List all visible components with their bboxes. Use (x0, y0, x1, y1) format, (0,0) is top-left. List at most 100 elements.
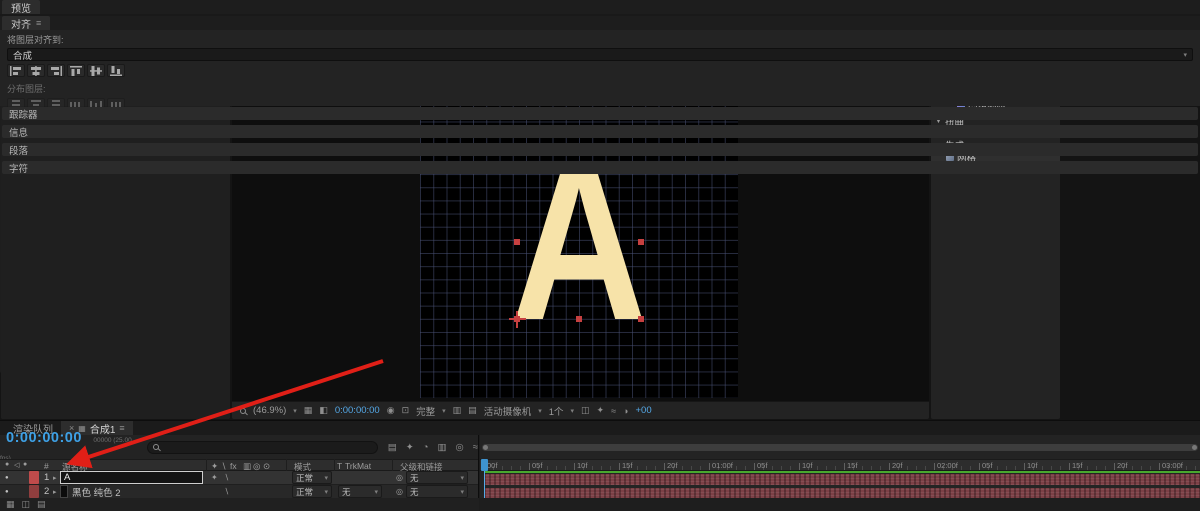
trkmat-header[interactable]: TrkMat (345, 461, 371, 471)
eye-toggle[interactable]: ● (5, 471, 9, 484)
tab-preview[interactable]: 预览 (2, 0, 40, 14)
ruler-label: 05f (982, 461, 992, 470)
pixel-aspect-icon[interactable]: ◫ (581, 405, 590, 416)
align-top-button[interactable] (67, 64, 85, 77)
tab-preview-label: 预览 (11, 0, 31, 15)
align-v-center-button[interactable] (87, 64, 105, 77)
frame-blending-icon[interactable]: ▥ (438, 442, 447, 453)
current-time-display[interactable]: 0:00:00:00 (0, 430, 82, 446)
parent-select[interactable]: 无 ▾ (406, 471, 468, 484)
layer-row-1[interactable]: ● 1 ▸ A ✦ ∖ 正常 ▾ ◎ 无 ▾ (0, 471, 478, 485)
view-dropdown-icon[interactable]: ▾ (571, 407, 575, 415)
show-snapshot-icon[interactable]: ⊡ (402, 405, 410, 416)
motion-blur-icon[interactable]: ◎ (455, 442, 463, 453)
character-panel-bar[interactable]: 字符 (2, 161, 1198, 174)
chevron-down-icon: ▾ (460, 488, 464, 496)
parent-value: 无 (410, 486, 419, 498)
transfer-controls-pane-toggle-icon[interactable]: ◫ (22, 499, 31, 510)
in-out-pane-toggle-icon[interactable]: ▤ (37, 499, 46, 510)
parent-select[interactable]: 无 ▾ (406, 485, 468, 498)
align-panel-body: 将图层对齐到: 合成 ▾ 分布图层: (0, 30, 1200, 106)
layer-label-chip[interactable] (29, 471, 39, 484)
draft-3d-icon[interactable]: ✦ (406, 442, 414, 453)
character-label: 字符 (9, 161, 28, 175)
safe-guides-icon[interactable]: ▦ (304, 405, 313, 416)
preview-panel-bar: 预览 (0, 0, 1200, 14)
channel-icon[interactable]: ◧ (319, 405, 328, 416)
timeline-graph-icon[interactable]: ≈ (611, 406, 616, 416)
snapshot-icon[interactable]: ◉ (387, 405, 395, 416)
view-count-value[interactable]: 1个 (549, 404, 564, 418)
viewer-timecode[interactable]: 0:00:00:00 (335, 405, 380, 416)
align-to-value: 合成 (13, 48, 32, 62)
fast-preview-icon[interactable]: ✦ (597, 405, 605, 416)
current-time-indicator-handle[interactable] (481, 459, 488, 471)
layer-1-duration-bar[interactable] (484, 474, 1200, 485)
align-h-center-button[interactable] (27, 64, 45, 77)
layer-label-chip[interactable] (29, 485, 39, 498)
resolution-value[interactable]: 完整 (416, 404, 435, 418)
tab-align[interactable]: 对齐 ≡ (2, 16, 50, 30)
align-right-button[interactable] (47, 64, 65, 77)
quality-switch[interactable]: ∖ (224, 471, 229, 484)
trkmat-value: 无 (342, 486, 351, 498)
camera-dropdown-icon[interactable]: ▾ (538, 407, 542, 415)
hide-shy-layers-icon[interactable]: ◔ (423, 442, 429, 453)
handle-middle-right[interactable] (638, 239, 644, 245)
quality-switch[interactable]: ∖ (224, 485, 229, 498)
audio-column-icon: ◁ (14, 461, 19, 469)
layer-list-area: 0:00:00:00 00000 (25.00 fps) ▤ ✦ ◔ ▥ ◎ ≈… (0, 435, 479, 511)
handle-bottom-right[interactable] (638, 316, 644, 322)
time-navigator-row (480, 435, 1200, 459)
ram-cache-indicator (484, 471, 1200, 473)
graph-editor-icon[interactable]: ≈ (473, 442, 478, 453)
paragraph-label: 段落 (9, 143, 28, 157)
timeline-panel: 渲染队列 × ▦ 合成1 ≡ 0:00:00:00 00000 (25.00 f… (0, 420, 1200, 511)
composition-viewer[interactable]: A (232, 75, 929, 401)
panel-menu-icon[interactable]: ≡ (36, 18, 41, 28)
layer-name-input[interactable]: A (60, 471, 203, 484)
layer-name-value[interactable]: 黑色 纯色 2 (72, 485, 121, 498)
timeline-search-input[interactable] (147, 441, 378, 454)
active-camera-value[interactable]: 活动摄像机 (484, 404, 532, 418)
layer-switches-pane-toggle-icon[interactable]: ▦ (6, 499, 15, 510)
pickwhip-icon[interactable]: ◎ (396, 485, 403, 498)
blend-mode-value: 正常 (296, 472, 313, 484)
solo-column-icon: ● (23, 461, 27, 468)
handle-middle-left[interactable] (514, 239, 520, 245)
chevron-down-icon: ▾ (324, 488, 328, 496)
pickwhip-icon[interactable]: ◎ (396, 471, 403, 484)
roi-icon[interactable]: ▥ (453, 405, 462, 416)
info-panel-bar[interactable]: 信息 (2, 125, 1198, 138)
paragraph-panel-bar[interactable]: 段落 (2, 143, 1198, 156)
eye-toggle[interactable]: ● (5, 485, 9, 498)
timeline-tabs: 渲染队列 × ▦ 合成1 ≡ (0, 421, 1200, 435)
transparency-grid-icon[interactable]: ▤ (468, 405, 477, 416)
comp-mini-flowchart-icon[interactable]: ▤ (388, 442, 397, 453)
time-ruler[interactable]: 00f 05f 10f 15f 20f 01:00f 05f 10f 15f 2… (480, 459, 1200, 471)
layer-name-value: A (64, 472, 70, 483)
exposure-icon[interactable]: ◑ (623, 406, 628, 416)
handle-bottom-center[interactable] (576, 316, 582, 322)
expander-icon[interactable]: ▸ (53, 485, 57, 498)
exposure-value[interactable]: +00 (635, 405, 651, 416)
layer-row-2[interactable]: ● 2 ▸ 黑色 纯色 2 ∖ 正常 ▾ 无 ▾ ◎ 无 ▾ (0, 485, 478, 499)
ruler-label: 02:00f (937, 461, 958, 470)
blend-mode-select[interactable]: 正常 ▾ (292, 485, 332, 498)
align-buttons-row (7, 64, 1193, 77)
tab-align-label: 对齐 (11, 16, 31, 31)
zoom-dropdown-icon[interactable]: ▾ (293, 407, 297, 415)
zoom-level[interactable]: (46.9%) (253, 405, 286, 416)
trkmat-select[interactable]: 无 ▾ (338, 485, 382, 498)
tracker-panel-bar[interactable]: 跟踪器 (2, 107, 1198, 120)
resolution-dropdown-icon[interactable]: ▾ (442, 407, 446, 415)
time-navigator-slider[interactable] (482, 444, 1198, 451)
collapse-switch[interactable]: ✦ (211, 471, 218, 484)
ruler-label: 05f (757, 461, 767, 470)
align-bottom-button[interactable] (107, 64, 125, 77)
ruler-label: 05f (532, 461, 542, 470)
expander-icon[interactable]: ▸ (53, 471, 57, 484)
align-left-button[interactable] (7, 64, 25, 77)
align-to-select[interactable]: 合成 ▾ (7, 48, 1193, 61)
blend-mode-select[interactable]: 正常 ▾ (292, 471, 332, 484)
